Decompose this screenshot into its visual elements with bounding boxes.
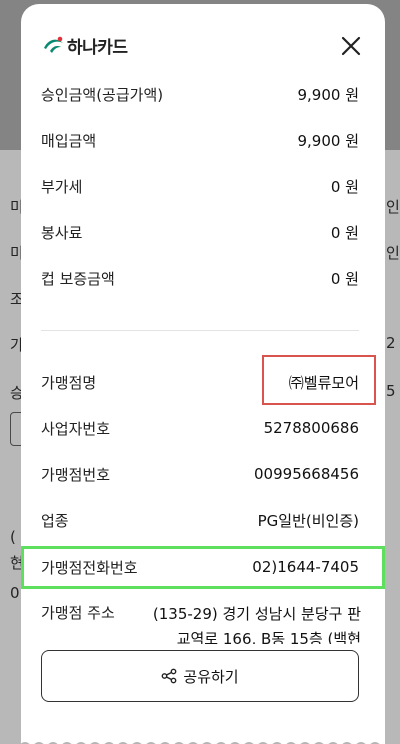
detail-row-cup-deposit: 컵 보증금액 0 원 [41,264,359,292]
detail-label: 승인금액(공급가액) [41,85,164,104]
detail-label: 매입금액 [41,131,97,150]
detail-row-vat: 부가세 0 원 [41,172,359,200]
brand-logo: 하나카드 [41,32,128,58]
detail-label: 업종 [41,511,69,530]
detail-value: 0 원 [330,269,359,288]
detail-label: 컵 보증금액 [41,269,115,288]
detail-value: 5278800686 [263,419,359,437]
highlight-merchant-name [262,355,376,405]
detail-value: 9,900 원 [297,131,359,150]
detail-label: 봉사료 [41,223,83,242]
detail-label: 사업자번호 [41,419,111,438]
detail-value: 00995668456 [254,465,359,483]
detail-row-service-charge: 봉사료 0 원 [41,218,359,246]
address-label: 가맹점 주소 [41,604,115,622]
share-button-label: 공유하기 [183,667,239,686]
detail-value: 0 원 [330,177,359,196]
detail-label: 가맹점번호 [41,465,111,484]
section-divider [41,330,359,331]
brand-name: 하나카드 [67,37,128,58]
receipt-zigzag-edge [21,728,385,744]
close-icon[interactable] [339,34,363,58]
detail-label: 부가세 [41,177,83,196]
detail-value: 9,900 원 [297,85,359,104]
detail-label: 가맹점명 [41,373,97,392]
detail-row-merchant-number: 가맹점번호 00995668456 [41,460,359,488]
address-value: (135-29) 경기 성남시 분당구 판교역로 166, B동 15층 (백현 [152,605,361,644]
detail-row-approval-amount: 승인금액(공급가액) 9,900 원 [41,80,359,108]
detail-value: 0 원 [330,223,359,242]
detail-row-business-number: 사업자번호 5278800686 [41,414,359,442]
share-icon [161,668,177,684]
share-button[interactable]: 공유하기 [41,650,359,702]
detail-row-business-type: 업종 PG일반(비인증) [41,506,359,534]
detail-value: PG일반(비인증) [257,511,359,530]
highlight-merchant-phone [21,546,385,589]
detail-row-purchase-amount: 매입금액 9,900 원 [41,126,359,154]
hana-logo-icon [44,36,63,53]
